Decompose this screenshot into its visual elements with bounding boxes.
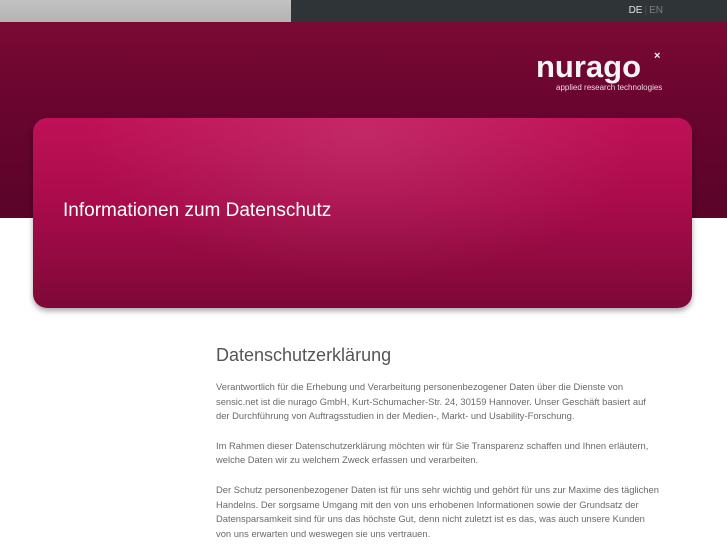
hero-panel: Informationen zum Datenschutz [33,118,692,308]
main-content: Datenschutzerklärung Verantwortlich für … [216,344,660,556]
top-bar: DE | EN [0,0,727,22]
lang-en-link[interactable]: EN [649,5,663,16]
paragraph-protection: Der Schutz personenbezogener Daten ist f… [216,483,659,539]
nurago-logo[interactable]: nurago × applied research technologies [536,50,666,94]
logo-tagline: applied research technologies [556,83,663,92]
page-heading: Datenschutzerklärung [216,345,392,365]
hero-title: Informationen zum Datenschutz [63,200,332,221]
paragraph-transparency: Im Rahmen dieser Datenschutzerklärung mö… [216,439,649,466]
lang-de-link[interactable]: DE [629,5,643,16]
paragraph-responsible: Verantwortlich für die Erhebung und Vera… [216,381,646,422]
top-bar-left-panel [0,0,291,22]
logo-mark-icon: × [654,50,661,62]
language-switcher: DE | EN [629,5,663,17]
logo-wordmark: nurago [536,49,642,84]
